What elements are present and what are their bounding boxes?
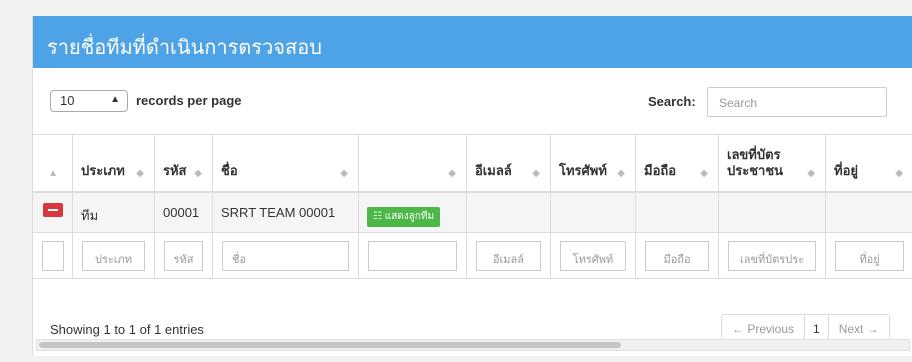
- search-input[interactable]: Search: [707, 87, 887, 117]
- sort-icon: ◆: [895, 168, 903, 179]
- cell-id-card: [719, 193, 826, 232]
- sort-up-icon: ▲: [48, 168, 58, 179]
- filter-action-input[interactable]: [368, 241, 457, 271]
- filter-address-input[interactable]: ที่อยู่: [835, 241, 904, 271]
- filter-cell-type: ประเภท: [73, 233, 155, 278]
- sort-icon: ◆: [448, 168, 456, 179]
- sort-icon: ◆: [194, 168, 202, 179]
- col-header-id-card[interactable]: เลขที่บัตร ประชาชน ◆: [719, 135, 826, 191]
- show-team-members-button[interactable]: ☷ แสดงลูกทีม: [367, 207, 441, 227]
- cell-type: ทีม: [73, 193, 155, 232]
- sort-icon: ◆: [617, 168, 625, 179]
- horizontal-scrollbar[interactable]: [36, 339, 910, 351]
- cell-name: SRRT TEAM 00001: [213, 193, 359, 232]
- table-header-row: ▲ ประเภท ◆ รหัส ◆ ชื่อ ◆ ◆ อีเมลล์ ◆ โทร…: [33, 134, 912, 193]
- collapse-row-button[interactable]: [43, 203, 63, 217]
- sort-icon: ◆: [136, 168, 144, 179]
- col-header-action[interactable]: ◆: [359, 135, 467, 191]
- panel-title: รายชื่อทีมที่ดำเนินการตรวจสอบ: [33, 16, 912, 68]
- cell-phone: [551, 193, 636, 232]
- records-per-page-select[interactable]: 10 ▲: [50, 90, 128, 112]
- entries-info: Showing 1 to 1 of 1 entries: [50, 322, 204, 337]
- filter-cell-phone: โทรศัพท์: [551, 233, 636, 278]
- sort-icon: ◆: [532, 168, 540, 179]
- col-header-phone[interactable]: โทรศัพท์ ◆: [551, 135, 636, 191]
- filter-row: ประเภท รหัส ชื่อ อีเมลล์ โทรศัพท์ มือถือ…: [33, 233, 912, 279]
- filter-cell-name: ชื่อ: [213, 233, 359, 278]
- select-arrows-icon: ▲: [110, 94, 120, 105]
- col-header-code[interactable]: รหัส ◆: [155, 135, 213, 191]
- col-header-expand[interactable]: ▲: [33, 135, 73, 191]
- filter-cell-id-card: เลขที่บัตรประ: [719, 233, 826, 278]
- col-header-mobile[interactable]: มือถือ ◆: [636, 135, 719, 191]
- filter-cell-code: รหัส: [155, 233, 213, 278]
- sort-icon: ◆: [700, 168, 708, 179]
- search-label: Search:: [648, 94, 696, 109]
- team-panel: รายชื่อทีมที่ดำเนินการตรวจสอบ 10 ▲ recor…: [32, 16, 912, 356]
- filter-cell-address: ที่อยู่: [826, 233, 912, 278]
- col-header-email[interactable]: อีเมลล์ ◆: [467, 135, 551, 191]
- cell-action: ☷ แสดงลูกทีม: [359, 193, 467, 232]
- filter-type-input[interactable]: ประเภท: [82, 241, 145, 271]
- filter-cell-expand: [33, 233, 73, 278]
- col-header-type[interactable]: ประเภท ◆: [73, 135, 155, 191]
- filter-phone-input[interactable]: โทรศัพท์: [560, 241, 626, 271]
- sort-icon: ◆: [340, 168, 348, 179]
- col-header-address[interactable]: ที่อยู่ ◆: [826, 135, 912, 191]
- team-table: ▲ ประเภท ◆ รหัส ◆ ชื่อ ◆ ◆ อีเมลล์ ◆ โทร…: [33, 134, 912, 279]
- filter-name-input[interactable]: ชื่อ: [222, 241, 349, 271]
- filter-cell-action: [359, 233, 467, 278]
- col-header-name[interactable]: ชื่อ ◆: [213, 135, 359, 191]
- cell-address: [826, 193, 912, 232]
- scrollbar-thumb[interactable]: [39, 342, 621, 348]
- sort-icon: ◆: [807, 168, 815, 179]
- filter-code-input[interactable]: รหัส: [164, 241, 203, 271]
- cell-mobile: [636, 193, 719, 232]
- table-controls: 10 ▲ records per page Search: Search: [50, 87, 912, 117]
- filter-cell-mobile: มือถือ: [636, 233, 719, 278]
- cell-code: 00001: [155, 193, 213, 232]
- cell-email: [467, 193, 551, 232]
- row-expand-cell: [33, 193, 73, 232]
- table-row: ทีม 00001 SRRT TEAM 00001 ☷ แสดงลูกทีม: [33, 193, 912, 233]
- filter-cell-email: อีเมลล์: [467, 233, 551, 278]
- filter-id-card-input[interactable]: เลขที่บัตรประ: [728, 241, 816, 271]
- records-per-page-label: records per page: [136, 93, 242, 108]
- sitemap-icon: ☷: [373, 211, 382, 222]
- filter-mobile-input[interactable]: มือถือ: [645, 241, 709, 271]
- filter-checkbox[interactable]: [42, 241, 64, 271]
- records-per-page-value: 10: [60, 93, 75, 108]
- filter-email-input[interactable]: อีเมลล์: [476, 241, 541, 271]
